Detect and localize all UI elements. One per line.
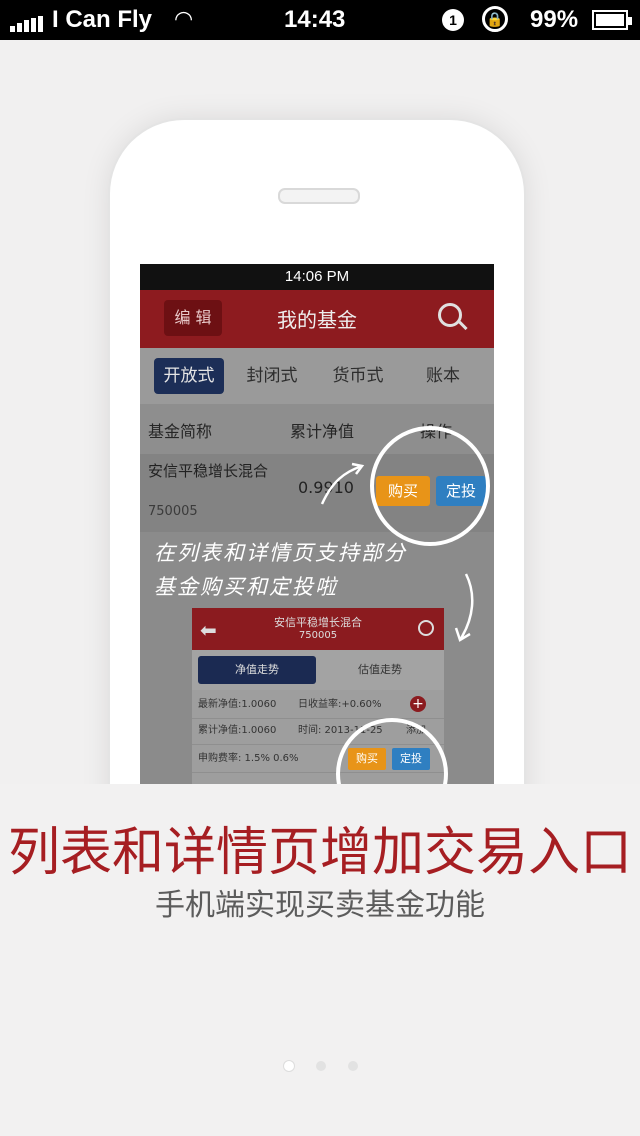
detail-code: 750005 xyxy=(298,630,338,641)
tab-nav-trend: 净值走势 xyxy=(198,656,316,684)
annotation-text: 在列表和详情页支持部分 基金购买和定投啦 xyxy=(154,536,474,604)
detail-row: 最新净值:1.0060 日收益率:+0.60% xyxy=(192,692,444,719)
inner-status-bar: 14:06 PM xyxy=(140,264,494,290)
headline: 列表和详情页增加交易入口 xyxy=(7,823,632,883)
tab-ledger: 账本 xyxy=(426,366,460,386)
tab-estimate-trend: 估值走势 xyxy=(358,663,402,676)
tab-closed-ended: 封闭式 xyxy=(246,366,298,386)
column-header: 基金简称 xyxy=(148,422,213,441)
detail-tabs: 净值走势 估值走势 xyxy=(192,650,444,690)
subheadline: 手机端实现买卖基金功能 xyxy=(155,888,485,923)
page-dot[interactable] xyxy=(284,1061,294,1071)
detail-nav-bar: ⬅ 安信平稳增长混合 750005 xyxy=(192,608,444,650)
detail-title: 安信平稳增长混合 xyxy=(274,616,362,629)
page-dot[interactable] xyxy=(348,1061,358,1071)
column-header: 累计净值 xyxy=(290,422,355,441)
wifi-icon: ◠ xyxy=(174,6,194,31)
annotation-line: 在列表和详情页支持部分 xyxy=(154,541,407,565)
search-icon xyxy=(438,303,462,327)
status-bar: I Can Fly ◠ 14:43 1 🔒 99% xyxy=(0,0,640,40)
detail-cell: 累计净值:1.0060 xyxy=(198,725,277,736)
phone-earpiece xyxy=(278,188,360,204)
arrow-icon xyxy=(320,462,365,505)
page-dot[interactable] xyxy=(316,1061,326,1071)
detail-cell: 日收益率:+0.60% xyxy=(298,699,382,710)
inner-tab-bar: 开放式 封闭式 货币式 账本 xyxy=(140,348,494,404)
fund-name: 安信平稳增长混合 xyxy=(148,462,269,480)
add-icon: + xyxy=(410,696,426,712)
notification-badge: 1 xyxy=(442,9,464,31)
highlight-circle xyxy=(370,426,490,546)
tab-open-ended: 开放式 xyxy=(154,358,224,394)
signal-strength-icon xyxy=(10,14,45,32)
annotation-line: 基金购买和定投啦 xyxy=(154,575,338,599)
rotation-lock-icon: 🔒 xyxy=(482,6,508,32)
battery-icon xyxy=(592,10,632,30)
detail-cell: 最新净值:1.0060 xyxy=(198,699,277,710)
status-time: 14:43 xyxy=(284,6,346,33)
battery-percent: 99% xyxy=(530,6,579,33)
detail-cell: 申购费率: 1.5% 0.6% xyxy=(198,753,299,764)
fund-code: 750005 xyxy=(148,504,198,519)
inner-nav-bar: 编 辑 我的基金 xyxy=(140,290,494,348)
phone-screen: 14:06 PM 编 辑 我的基金 开放式 封闭式 货币式 账本 基金简称 累计… xyxy=(140,264,494,794)
arrow-icon xyxy=(454,573,474,642)
search-icon xyxy=(418,620,434,636)
carrier-name: I Can Fly xyxy=(52,6,153,33)
tab-money-market: 货币式 xyxy=(332,366,384,386)
